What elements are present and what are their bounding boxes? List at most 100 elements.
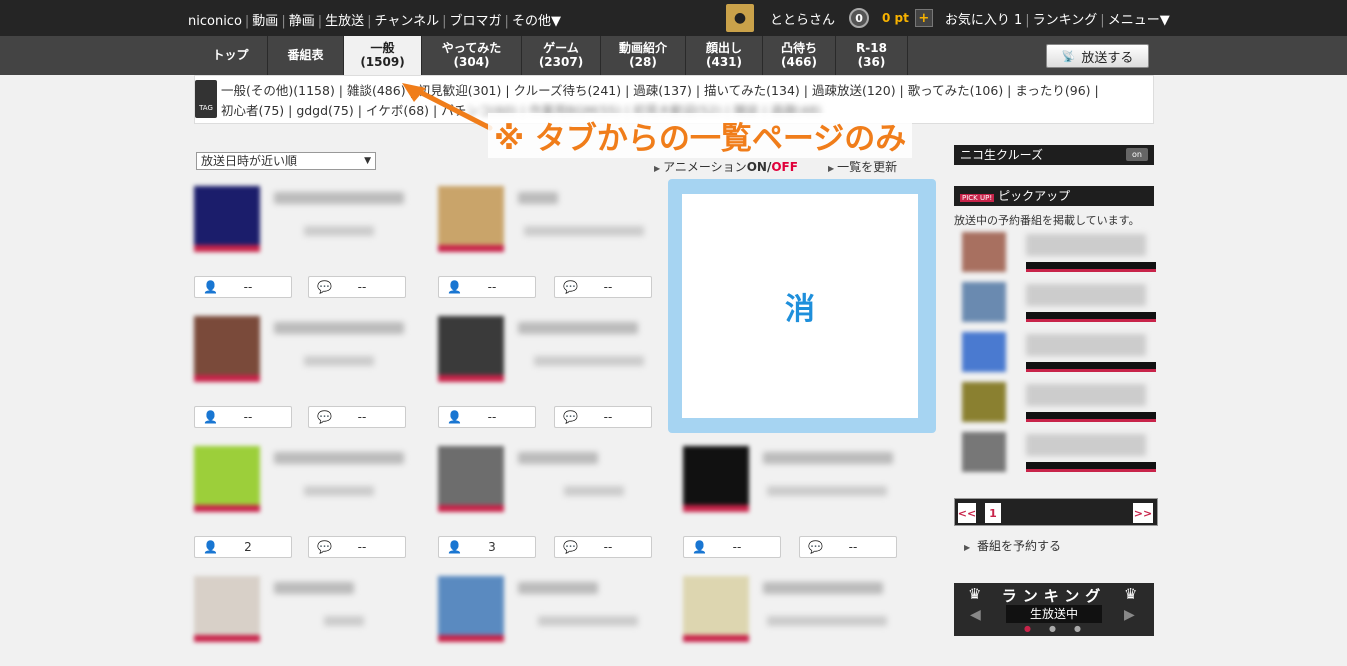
program-thumbnail[interactable] <box>194 446 260 512</box>
next-page-button[interactable]: >> <box>1133 503 1153 523</box>
program-title-blurred <box>763 452 893 464</box>
tag-line-1[interactable]: 一般(その他)(1158) | 雑談(486) | 初見歓迎(301) | クル… <box>221 81 1146 101</box>
comment-count: 💬 -- <box>308 406 406 428</box>
program-thumbnail[interactable] <box>194 576 260 642</box>
person-icon: 👤 <box>203 540 218 554</box>
program-title-blurred <box>518 322 638 334</box>
link-seiga[interactable]: 静画 <box>289 14 315 29</box>
comment-count: 💬 -- <box>308 276 406 298</box>
ranking-live-label[interactable]: 生放送中 <box>1006 605 1102 623</box>
link-channel[interactable]: チャンネル <box>375 14 440 29</box>
program-card[interactable]: 👤 -- 💬 -- <box>194 186 410 298</box>
person-icon: 👤 <box>447 540 462 554</box>
pickup-item[interactable] <box>960 380 1156 426</box>
tab-count: (431) <box>705 55 743 69</box>
notification-badge[interactable]: 0 <box>849 8 870 28</box>
program-card[interactable]: 👤 -- 💬 -- <box>438 316 654 428</box>
broadcast-button[interactable]: 📡 放送する <box>1046 44 1149 68</box>
program-card[interactable]: 👤 💬 <box>194 576 410 666</box>
program-title-blurred <box>274 322 404 334</box>
pickup-item[interactable] <box>960 330 1156 376</box>
link-douga[interactable]: 動画 <box>252 14 278 29</box>
add-points-button[interactable]: + <box>914 9 933 27</box>
username[interactable]: ととらさん <box>770 9 835 28</box>
tab-schedule[interactable]: 番組表 <box>268 36 344 75</box>
comment-icon: 💬 <box>317 540 332 554</box>
link-niconico[interactable]: niconico <box>188 14 242 29</box>
header-right-links: お気に入り 1 | ランキング | メニュー▼ <box>944 12 1170 28</box>
link-blomaga[interactable]: ブロマガ <box>450 14 502 29</box>
program-card[interactable]: 👤 -- 💬 -- <box>438 186 654 298</box>
person-icon: 👤 <box>692 540 707 554</box>
program-thumbnail[interactable] <box>683 576 749 642</box>
program-card[interactable]: 👤 -- 💬 -- <box>683 446 899 558</box>
program-thumbnail[interactable] <box>194 316 260 382</box>
program-thumbnail[interactable] <box>438 186 504 252</box>
link-other[interactable]: その他▼ <box>512 14 561 29</box>
link-ranking[interactable]: ランキング <box>1033 13 1098 28</box>
pickup-item[interactable] <box>960 280 1156 326</box>
viewer-count: 👤 -- <box>194 276 292 298</box>
ad-banner[interactable]: 消 <box>668 179 936 433</box>
program-thumbnail[interactable] <box>438 576 504 642</box>
program-title-blurred <box>518 192 558 204</box>
ranking-widget: ♛ ランキング ♛ ◀ 生放送中 ▶ ●●● <box>954 583 1154 636</box>
comment-count: 💬 -- <box>308 536 406 558</box>
link-menu[interactable]: メニュー▼ <box>1108 13 1170 28</box>
tab-game[interactable]: ゲーム (2307) <box>522 36 601 75</box>
program-card[interactable]: 👤 3 💬 -- <box>438 446 654 558</box>
tab-r18[interactable]: R-18 (36) <box>836 36 908 75</box>
program-thumbnail[interactable] <box>683 446 749 512</box>
triangle-icon: ▶ <box>828 164 835 173</box>
program-owner-blurred <box>767 616 887 626</box>
comment-icon: 💬 <box>563 280 578 294</box>
program-card[interactable]: 👤 💬 <box>683 576 899 666</box>
tab-count: (2307) <box>538 55 584 69</box>
avatar[interactable]: ● <box>726 4 754 32</box>
tab-totsu[interactable]: 凸待ち (466) <box>763 36 836 75</box>
pickup-item[interactable] <box>960 230 1156 276</box>
tab-label: 凸待ち <box>780 41 817 55</box>
comment-icon: 💬 <box>808 540 823 554</box>
prev-page-button[interactable]: << <box>958 503 976 523</box>
program-card[interactable]: 👤 2 💬 -- <box>194 446 410 558</box>
person-icon: 👤 <box>447 410 462 424</box>
reserve-link[interactable]: ▶ 番組を予約する <box>964 537 1061 554</box>
comment-icon: 💬 <box>317 410 332 424</box>
sort-select[interactable]: 放送日時が近い順 ▼ <box>196 152 376 170</box>
ad-content[interactable]: 消 <box>682 194 918 418</box>
tab-label: 動画紹介 <box>618 41 667 55</box>
page-1-button[interactable]: 1 <box>985 503 1001 523</box>
program-owner-blurred <box>304 356 374 366</box>
tab-face[interactable]: 顔出し (431) <box>686 36 763 75</box>
cruise-toggle[interactable]: on <box>1126 148 1148 161</box>
link-favorites[interactable]: お気に入り 1 <box>945 13 1022 28</box>
global-header: niconico | 動画 | 静画 | 生放送 | チャンネル | ブロマガ | その他▼ ● ととら… <box>0 0 1347 36</box>
cruise-bar: ニコ生クルーズ on <box>954 145 1154 165</box>
program-card[interactable]: 👤 💬 <box>438 576 654 666</box>
program-owner-blurred <box>564 486 624 496</box>
ranking-prev-arrow[interactable]: ◀ <box>970 607 981 623</box>
tab-count: (28) <box>629 55 657 69</box>
program-thumbnail[interactable] <box>438 316 504 382</box>
tab-count: (304) <box>453 55 490 69</box>
link-live[interactable]: 生放送 <box>325 14 364 29</box>
pickup-item[interactable] <box>960 430 1156 476</box>
chevron-down-icon: ▼ <box>364 156 371 166</box>
program-thumbnail[interactable] <box>194 186 260 252</box>
refresh-link[interactable]: ▶ 一覧を更新 <box>828 158 897 175</box>
comment-count: 💬 -- <box>554 406 652 428</box>
program-owner-blurred <box>767 486 887 496</box>
tab-video-intro[interactable]: 動画紹介 (28) <box>601 36 686 75</box>
program-thumbnail[interactable] <box>438 446 504 512</box>
tab-general[interactable]: 一般 (1509) <box>344 36 422 75</box>
annotation-arrow <box>402 83 493 131</box>
ranking-next-arrow[interactable]: ▶ <box>1124 607 1135 623</box>
tab-yattemita[interactable]: やってみた (304) <box>422 36 522 75</box>
tab-top[interactable]: トップ <box>194 36 268 75</box>
animation-toggle[interactable]: ▶ アニメーションON/OFF <box>654 158 798 175</box>
tab-label: ゲーム <box>543 41 579 55</box>
person-icon: 👤 <box>447 280 462 294</box>
tab-label: 番組表 <box>287 48 324 62</box>
program-card[interactable]: 👤 -- 💬 -- <box>194 316 410 428</box>
